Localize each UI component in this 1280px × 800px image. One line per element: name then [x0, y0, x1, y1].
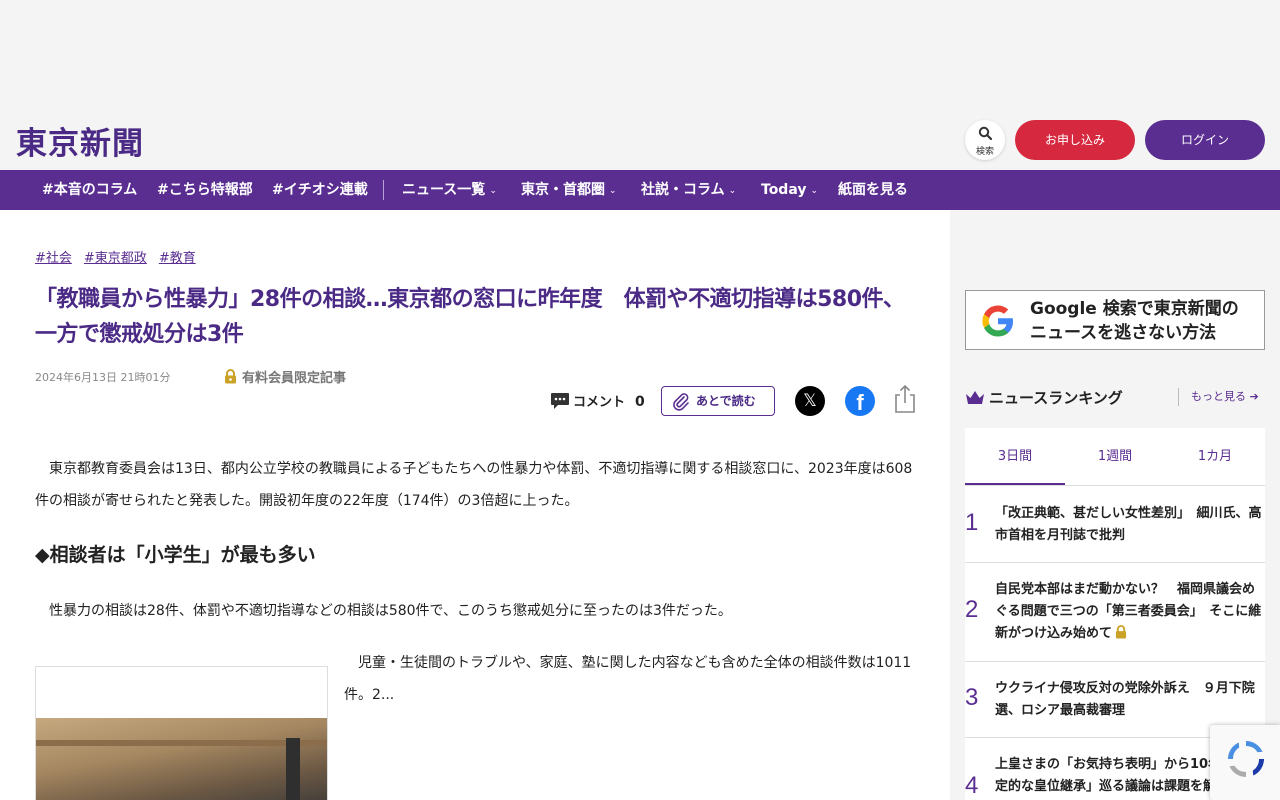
- tab-1month[interactable]: 1カ月: [1165, 428, 1265, 486]
- paperclip-icon: [673, 393, 689, 411]
- facebook-share-icon[interactable]: f: [845, 386, 875, 416]
- search-icon: [978, 126, 992, 140]
- login-button[interactable]: ログイン: [1145, 120, 1265, 160]
- site-logo[interactable]: 東京新聞: [16, 118, 144, 163]
- ranking-item[interactable]: 2 自民党本部はまだ動かない？ 福岡県議会めぐる問題で三つの「第三者委員会」 そ…: [965, 563, 1265, 662]
- google-banner-line1: Google 検索で東京新聞の: [1030, 299, 1239, 319]
- recaptcha-icon: [1228, 741, 1264, 777]
- tag-link[interactable]: #社会: [35, 251, 72, 266]
- nav-item-paper[interactable]: 紙面を見る: [838, 170, 908, 210]
- tag-link[interactable]: #教育: [159, 251, 196, 266]
- lock-icon: [1115, 625, 1127, 639]
- comment-icon: [551, 393, 569, 409]
- rank-number: 4: [965, 772, 979, 799]
- ad-space: [0, 0, 1280, 110]
- chevron-down-icon: ⌄: [810, 186, 819, 196]
- ranking-title: ウクライナ侵攻反対の党除外訴え ９月下院選、ロシア最高裁審理: [995, 681, 1255, 718]
- ranking-item[interactable]: 1 「改正典範、甚だしい女性差別」 細川氏、高市首相を月刊誌で批判: [965, 486, 1265, 563]
- article-photo[interactable]: [35, 666, 328, 800]
- tag-link[interactable]: #東京都政: [84, 251, 147, 266]
- ranking-title: 自民党本部はまだ動かない？ 福岡県議会めぐる問題で三つの「第三者委員会」 そこに…: [995, 582, 1262, 641]
- ranking-title: 「改正典範、甚だしい女性差別」 細川氏、高市首相を月刊誌で批判: [995, 506, 1262, 543]
- recaptcha-badge[interactable]: [1210, 725, 1280, 800]
- tab-3days[interactable]: 3日間: [965, 428, 1065, 486]
- nav-item-today[interactable]: Today ⌄: [761, 170, 818, 210]
- nav-divider: [383, 180, 384, 200]
- members-only-badge: 有料会員限定記事: [224, 367, 346, 386]
- article-paragraph: 東京都教育委員会は13日、都内公立学校の教職員による子どもたちへの性暴力や体罰、…: [35, 461, 913, 509]
- article-paragraph: 児童・生徒間のトラブルや、家庭、塾に関した内容なども含めた全体の相談件数は101…: [344, 655, 912, 703]
- rank-number: 1: [965, 509, 979, 536]
- comment-button[interactable]: コメント 0: [550, 391, 645, 410]
- google-search-banner[interactable]: Google 検索で東京新聞の ニュースを逃さない方法: [965, 290, 1265, 350]
- chevron-down-icon: ⌄: [609, 186, 617, 196]
- google-logo-icon: [982, 305, 1014, 337]
- comment-count: 0: [635, 394, 645, 410]
- chevron-down-icon: ⌄: [489, 186, 497, 196]
- article-subheading: ◆相談者は「小学生」が最も多い: [35, 544, 316, 566]
- classroom-desk-image: [36, 718, 327, 800]
- ranking-heading: ニュースランキング: [965, 387, 1123, 408]
- article-headline: 「教職員から性暴力」28件の相談…東京都の窓口に昨年度 体罰や不適切指導は580…: [35, 287, 905, 347]
- share-icon[interactable]: [894, 384, 916, 414]
- ranking-more-link[interactable]: もっと見る ➔: [1178, 388, 1259, 406]
- article-main: #社会 #東京都政 #教育 「教職員から性暴力」28件の相談…東京都の窓口に昨年度 …: [0, 210, 950, 800]
- tab-1week[interactable]: 1週間: [1065, 428, 1165, 486]
- search-label: 検索: [975, 147, 994, 157]
- nav-item-tokyo[interactable]: 東京・首都圏 ⌄: [521, 170, 617, 210]
- sidebar: Google 検索で東京新聞の ニュースを逃さない方法 ニュースランキング もっ…: [950, 210, 1280, 800]
- main-nav: #本音のコラム #こちら特報部 #イチオシ連載 ニュース一覧 ⌄ 東京・首都圏 ⌄ …: [0, 170, 1280, 210]
- crown-icon: [966, 391, 984, 404]
- nav-item-honne-column[interactable]: #本音のコラム: [42, 170, 137, 210]
- rank-number: 3: [965, 684, 979, 711]
- x-share-icon[interactable]: 𝕏: [795, 386, 825, 416]
- nav-item-editorial[interactable]: 社説・コラム ⌄: [641, 170, 736, 210]
- read-later-button[interactable]: あとで読む: [661, 386, 775, 416]
- article-date: 2024年6月13日 21時01分: [35, 371, 171, 384]
- rank-number: 2: [965, 596, 979, 623]
- nav-item-tokuhobu[interactable]: #こちら特報部: [157, 170, 253, 210]
- article-paragraph: 性暴力の相談は28件、体罰や不適切指導などの相談は580件で、このうち懲戒処分に…: [49, 603, 732, 619]
- arrow-right-icon: ➔: [1249, 390, 1259, 403]
- site-header: 東京新聞 検索 お申し込み ログイン: [0, 110, 1280, 170]
- article-tags: #社会 #東京都政 #教育: [35, 247, 208, 266]
- nav-item-ichioshi[interactable]: #イチオシ連載: [272, 170, 368, 210]
- chevron-down-icon: ⌄: [728, 186, 737, 196]
- search-button[interactable]: 検索: [965, 120, 1005, 160]
- nav-item-news-list[interactable]: ニュース一覧 ⌄: [402, 170, 497, 210]
- apply-button[interactable]: お申し込み: [1015, 120, 1135, 160]
- lock-icon: [225, 369, 236, 384]
- google-banner-line2: ニュースを逃さない方法: [1030, 323, 1217, 343]
